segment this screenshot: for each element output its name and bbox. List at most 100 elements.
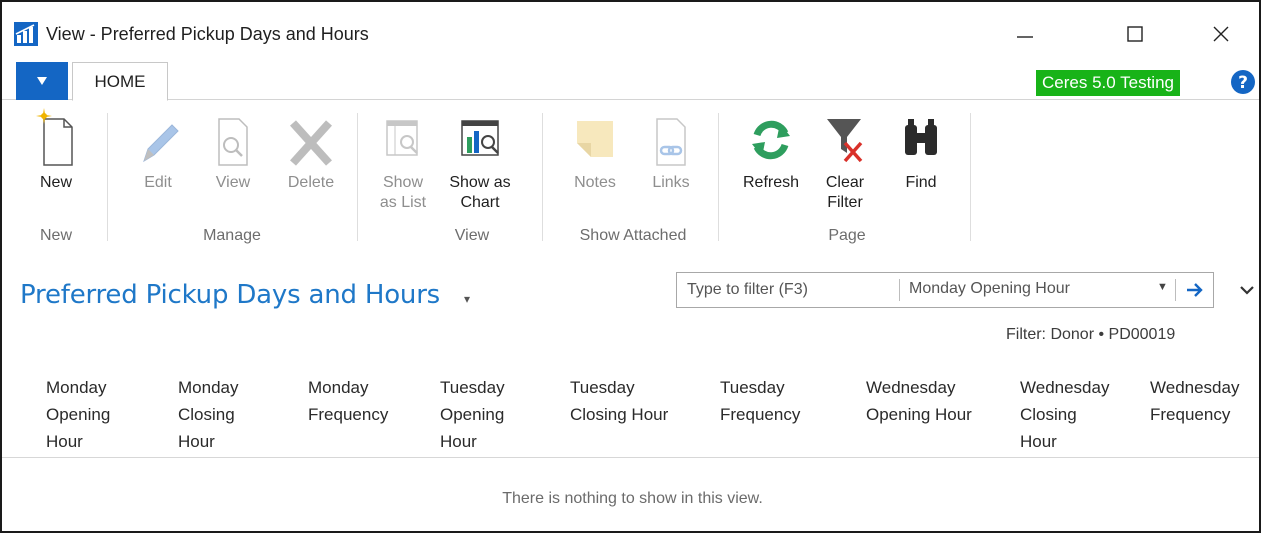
column-header-line: Hour [178, 432, 215, 451]
notes-button[interactable]: Notes [564, 107, 626, 193]
arrow-right-icon[interactable] [1183, 279, 1207, 301]
group-label-view: View [454, 227, 490, 244]
group-label-show-attached: Show Attached [579, 227, 687, 244]
column-header-line: Hour [46, 432, 83, 451]
clear-filter-icon [827, 119, 863, 163]
ribbon-tab-row: HOME Ceres 5.0 Testing ? [2, 62, 1259, 101]
column-header-line: Tuesday [440, 378, 505, 397]
link-document-icon [656, 118, 686, 166]
delete-button-label: Delete [287, 174, 335, 191]
show-as-list-button[interactable]: Show as List [370, 107, 436, 213]
help-icon[interactable]: ? [1230, 69, 1256, 95]
chevron-down-icon[interactable] [1238, 283, 1256, 297]
ribbon-separator [357, 113, 358, 241]
ribbon: New New Edit View Delete Manage Show as … [2, 101, 1259, 251]
edit-button-label: Edit [144, 174, 172, 191]
close-button[interactable] [1198, 16, 1244, 52]
delete-x-icon [290, 120, 332, 166]
column-header-line: Tuesday [570, 378, 635, 397]
filter-divider [899, 279, 900, 301]
ribbon-separator [107, 113, 108, 241]
view-document-icon [218, 118, 248, 166]
pencil-icon [143, 124, 179, 163]
column-header[interactable]: Tuesday Closing Hour [570, 374, 668, 428]
empty-view-message: There is nothing to show in this view. [502, 490, 763, 507]
filter-divider [1175, 279, 1176, 301]
environment-badge: Ceres 5.0 Testing [1036, 70, 1180, 96]
clear-filter-label-line2: Filter [827, 194, 863, 211]
app-menu-button[interactable] [16, 62, 68, 100]
show-as-chart-label-line2: Chart [460, 194, 500, 211]
caret-down-icon[interactable]: ▾ [464, 292, 470, 306]
column-header[interactable]: Wednesday Opening Hour [866, 374, 972, 428]
filter-status: Filter: Donor • PD00019 [1006, 326, 1176, 343]
filter-input[interactable] [677, 273, 899, 307]
page-title[interactable]: Preferred Pickup Days and Hours [20, 280, 440, 310]
column-header-line: Frequency [1150, 405, 1231, 424]
refresh-icon [752, 120, 790, 160]
column-header[interactable]: Monday Opening Hour [46, 374, 110, 455]
edit-button[interactable]: Edit [130, 107, 186, 193]
links-button-label: Links [652, 174, 690, 191]
window-title: View - Preferred Pickup Days and Hours [46, 24, 369, 44]
tab-home[interactable]: HOME [72, 62, 168, 101]
column-header-line: Opening [46, 405, 111, 424]
list-view-icon [386, 120, 418, 156]
column-header-line: Wednesday [1020, 378, 1110, 397]
clear-filter-button[interactable]: Clear Filter [814, 107, 876, 213]
filter-box: Monday Opening Hour ▼ [676, 272, 1214, 308]
column-header-line: Monday [46, 378, 107, 397]
column-header-line: Closing [178, 405, 235, 424]
column-header-line: Closing [1020, 405, 1077, 424]
new-document-icon [36, 108, 73, 166]
find-button[interactable]: Find [890, 107, 952, 193]
column-header-line: Opening [440, 405, 505, 424]
column-header-line: Frequency [720, 405, 801, 424]
column-header[interactable]: Wednesday Closing Hour [1020, 374, 1109, 455]
column-header[interactable]: Tuesday Frequency [720, 374, 800, 428]
ribbon-separator [718, 113, 719, 241]
minimize-icon [1017, 36, 1033, 38]
new-button[interactable]: New [26, 107, 86, 193]
show-as-chart-button[interactable]: Show as Chart [444, 107, 516, 213]
column-header-line: Wednesday [1150, 378, 1240, 397]
maximize-icon [1127, 26, 1143, 42]
links-button[interactable]: Links [642, 107, 700, 193]
column-header-line: Tuesday [720, 378, 785, 397]
refresh-button-label: Refresh [742, 174, 800, 191]
refresh-button[interactable]: Refresh [734, 107, 808, 193]
dynamics-app-icon [14, 22, 38, 46]
minimize-button[interactable] [1002, 16, 1048, 52]
group-label-page: Page [828, 227, 866, 244]
new-button-label: New [39, 174, 72, 191]
triangle-down-icon [37, 77, 47, 85]
column-header[interactable]: Tuesday Opening Hour [440, 374, 505, 455]
show-as-list-label-line1: Show [382, 174, 424, 191]
svg-text:?: ? [1238, 73, 1248, 93]
column-header-line: Frequency [308, 405, 389, 424]
view-button[interactable]: View [206, 107, 260, 193]
close-icon [1213, 26, 1229, 42]
column-header-line: Monday [178, 378, 239, 397]
group-label-new: New [39, 227, 72, 244]
maximize-button[interactable] [1112, 16, 1158, 52]
chart-view-icon [461, 120, 499, 156]
notes-icon [577, 121, 613, 157]
ribbon-separator [970, 113, 971, 241]
notes-button-label: Notes [574, 174, 616, 191]
show-as-chart-label-line1: Show as [449, 174, 511, 191]
column-header-line: Wednesday [866, 378, 956, 397]
column-header-line: Hour [440, 432, 477, 451]
find-button-label: Find [905, 174, 937, 191]
title-bar: View - Preferred Pickup Days and Hours [2, 2, 1259, 62]
group-label-manage: Manage [203, 227, 261, 244]
grid-header-divider [2, 457, 1259, 458]
filter-field-select[interactable]: Monday Opening Hour [909, 280, 1070, 298]
dropdown-arrow-icon[interactable]: ▼ [1157, 281, 1168, 293]
delete-button[interactable]: Delete [278, 107, 344, 193]
column-header[interactable]: Wednesday Frequency [1150, 374, 1239, 428]
column-header[interactable]: Monday Closing Hour [178, 374, 238, 455]
clear-filter-label-line1: Clear [825, 174, 865, 191]
show-as-list-label-line2: as List [379, 194, 427, 211]
column-header[interactable]: Monday Frequency [308, 374, 388, 428]
